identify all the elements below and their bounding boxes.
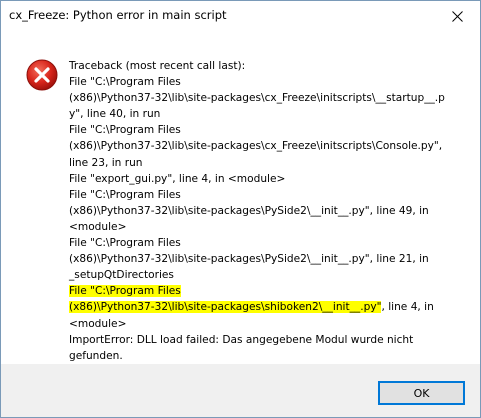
message-line-text: _setupQtDirectories (69, 269, 174, 282)
message-line: File "C:\Program Files (69, 187, 473, 203)
message-line-text: File "C:\Program Files (69, 76, 181, 89)
dialog-footer: OK (1, 364, 480, 417)
message-line-text: (x86)\Python37-32\lib\site-packages\shib… (69, 301, 382, 314)
message-line-text: Traceback (most recent call last): (69, 60, 246, 72)
message-line: (x86)\Python37-32\lib\site-packages\PySi… (69, 251, 473, 267)
message-line: <module> (69, 316, 473, 332)
message-line: File "C:\Program Files (69, 122, 473, 138)
message-line-text: File "C:\Program Files (69, 124, 181, 137)
message-line-text: <module> (69, 317, 127, 330)
message-line: <module> (69, 219, 473, 235)
message-line: (x86)\Python37-32\lib\site-packages\PySi… (69, 203, 473, 219)
error-dialog-window: cx_Freeze: Python error in main script T… (0, 0, 481, 418)
message-line-text: File "export_gui.py", line 4, in <module… (69, 172, 286, 185)
message-line-rest: , line 4, in (381, 301, 434, 314)
window-title: cx_Freeze: Python error in main script (9, 8, 227, 22)
highlighted-message-line: File "C:\Program Files (69, 283, 473, 299)
message-line: line 23, in run (69, 155, 473, 171)
message-line-text: (x86)\Python37-32\lib\site-packages\cx_F… (69, 140, 443, 153)
message-line-text: File "C:\Program Files (69, 237, 181, 250)
title-bar[interactable]: cx_Freeze: Python error in main script (1, 1, 480, 31)
message-line-text: File "C:\Program Files (69, 285, 181, 298)
message-line-text: <module> (69, 220, 127, 233)
message-line-text: (x86)\Python37-32\lib\site-packages\PySi… (69, 204, 429, 217)
message-line: gefunden. (69, 348, 473, 364)
message-line-text: (x86)\Python37-32\lib\site-packages\PySi… (69, 253, 429, 266)
highlighted-message-line: (x86)\Python37-32\lib\site-packages\shib… (69, 299, 473, 315)
ok-button[interactable]: OK (378, 381, 465, 405)
dialog-content: Traceback (most recent call last): File … (1, 31, 480, 364)
message-line-text: File "C:\Program Files (69, 188, 181, 201)
message-line-text: (x86)\Python37-32\lib\site-packages\cx_F… (69, 92, 445, 105)
message-line: (x86)\Python37-32\lib\site-packages\cx_F… (69, 90, 473, 106)
message-line-text: gefunden. (69, 349, 123, 362)
message-line: File "C:\Program Files (69, 235, 473, 251)
message-line: File "C:\Program Files (69, 74, 473, 90)
message-line-text: ImportError: DLL load failed: Das angege… (69, 333, 414, 346)
close-button[interactable] (434, 1, 480, 31)
message-line: ImportError: DLL load failed: Das angege… (69, 332, 473, 348)
error-icon (26, 59, 58, 91)
message-line-text: line 23, in run (69, 156, 143, 169)
message-line: Traceback (most recent call last): (69, 58, 473, 74)
message-line: y", line 40, in run (69, 106, 473, 122)
message-line: (x86)\Python37-32\lib\site-packages\cx_F… (69, 138, 473, 154)
error-message: Traceback (most recent call last): File … (69, 58, 473, 364)
message-line-text: y", line 40, in run (69, 108, 161, 121)
message-line: File "export_gui.py", line 4, in <module… (69, 171, 473, 187)
message-line: _setupQtDirectories (69, 267, 473, 283)
close-icon (451, 10, 463, 22)
